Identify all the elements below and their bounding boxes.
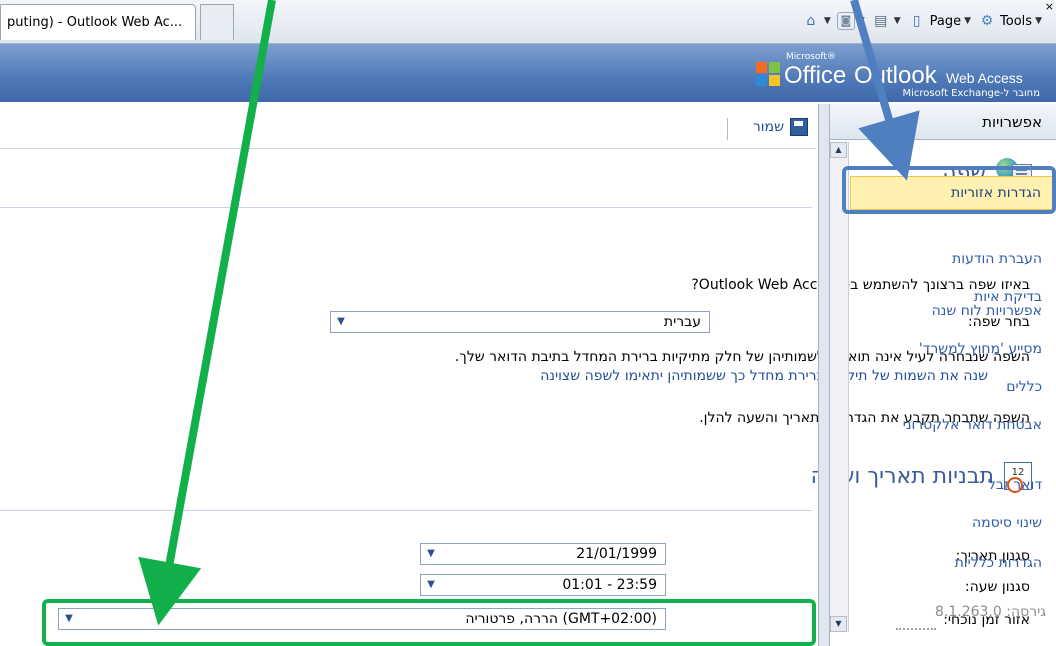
logo-subtitle: מחובר ל-Microsoft Exchange (902, 88, 1040, 99)
nav-item-change-password[interactable]: שינוי סיסמה (850, 512, 1056, 534)
chevron-down-icon: ▼ (893, 16, 901, 26)
section-divider (0, 207, 812, 208)
logo-microsoft: Microsoft® (786, 52, 836, 62)
scroll-down-button[interactable]: ▼ (830, 616, 847, 632)
date-style-value: 21/01/1999 (576, 546, 657, 562)
nav-item-messaging[interactable]: העברת הודעות (850, 248, 1056, 270)
nav-item-out-of-office[interactable]: מסייע 'מחוץ למשרד' (850, 338, 1056, 360)
tools-menu-button[interactable]: ⚙ Tools ▼ (977, 11, 1042, 31)
logo-web-access: Web Access (946, 70, 1023, 86)
page-menu-label: Page (929, 13, 962, 29)
feeds-button[interactable]: ◙ ▼ (836, 12, 865, 30)
section-divider (0, 510, 812, 511)
nav-item-general-settings[interactable]: הגדרות כלליות (850, 552, 1056, 574)
chevron-down-icon: ▼ (823, 16, 831, 26)
version-label: גירסה: 8.1.263.0 (935, 604, 1046, 620)
language-select[interactable]: עברית ▼ (330, 311, 710, 333)
chevron-down-icon: ▼ (427, 579, 435, 590)
chevron-down-icon: ▼ (427, 548, 435, 559)
new-tab-button[interactable] (200, 4, 234, 40)
nav-item-regional-settings[interactable]: הגדרות אזוריות (850, 176, 1056, 210)
save-button-label: שמור (752, 119, 784, 135)
logo-office: Office (784, 62, 847, 89)
home-button[interactable]: ⌂ ▼ (801, 11, 831, 31)
nav-scrollbar[interactable]: ▲ ▼ (830, 142, 849, 632)
time-style-value: 01:01 - 23:59 (562, 577, 657, 593)
nav-item-rules[interactable]: כללים (850, 376, 1056, 398)
save-icon (790, 118, 808, 136)
tools-menu-label: Tools (1000, 13, 1033, 29)
browser-command-bar: ⌂ ▼ ◙ ▼ ▤ ▼ ▯ Page ▼ ⚙ Tools ▼ (801, 8, 1042, 34)
home-icon: ⌂ (806, 13, 816, 29)
browser-tab[interactable]: puting) - Outlook Web Ac... (0, 4, 196, 40)
timezone-select[interactable]: (GMT+02:00) הררה, פרטוריה ▼ (58, 608, 666, 630)
toolbar-divider (727, 118, 728, 140)
logo-outlook: Outlook (854, 62, 937, 89)
print-icon: ▤ (874, 13, 888, 29)
resize-grip[interactable] (896, 628, 936, 634)
scroll-up-button[interactable]: ▲ (830, 142, 847, 158)
options-nav-header: אפשרויות (830, 104, 1056, 140)
office-logo-icon (756, 62, 780, 86)
nav-item-calendar-options-visible[interactable]: אפשרויות לוח שנה (850, 300, 1056, 322)
time-style-label: סגנון שעה: (964, 579, 1030, 595)
page-icon: ▯ (912, 13, 921, 29)
language-select-value: עברית (663, 314, 701, 330)
feeds-icon: ◙ (836, 12, 855, 30)
print-button[interactable]: ▤ ▼ (871, 11, 901, 31)
pane-splitter[interactable] (818, 104, 830, 646)
save-button[interactable]: שמור (753, 118, 808, 136)
browser-tabstrip: puting) - Outlook Web Ac... ⌂ ▼ ◙ ▼ ▤ ▼ … (0, 0, 1056, 44)
chevron-down-icon: ▼ (964, 16, 972, 26)
chevron-down-icon: ▼ (65, 613, 73, 624)
owa-banner: Microsoft® Office Outlook Web Access מחו… (0, 44, 1056, 102)
nav-item-junk-mail[interactable]: דואר זבל (850, 474, 1056, 496)
gear-icon: ⚙ (980, 13, 994, 29)
page-menu-button[interactable]: ▯ Page ▼ (907, 11, 971, 31)
chevron-down-icon: ▼ (857, 16, 865, 26)
close-icon[interactable]: × (1045, 0, 1054, 13)
nav-item-email-security[interactable]: אבטחת דואר אלקטרוני (850, 414, 1056, 436)
timezone-value: (GMT+02:00) הררה, פרטוריה (465, 611, 657, 627)
chevron-down-icon: ▼ (337, 316, 345, 327)
owa-logo: Microsoft® Office Outlook Web Access מחו… (742, 48, 1042, 99)
options-command-bar: שמור (0, 110, 816, 149)
chevron-down-icon: ▼ (1035, 16, 1042, 26)
browser-tab-title: puting) - Outlook Web Ac... (7, 15, 183, 30)
date-style-select[interactable]: 21/01/1999 ▼ (420, 543, 666, 565)
time-style-select[interactable]: 01:01 - 23:59 ▼ (420, 574, 666, 596)
